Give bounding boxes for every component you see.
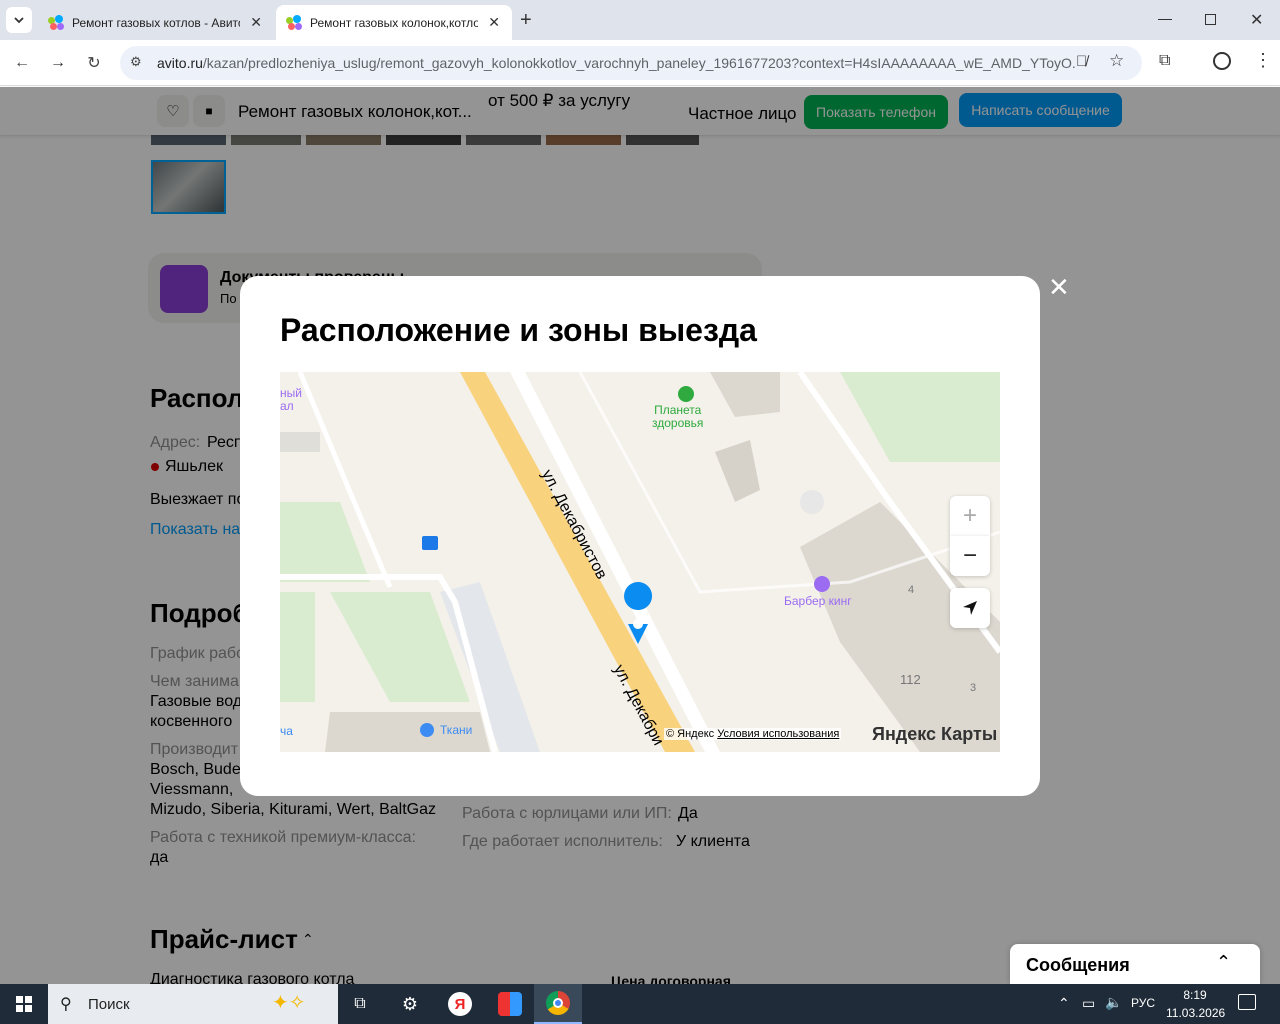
extensions-icon[interactable]: ⧉ (1159, 52, 1170, 70)
map-copyright: © Яндекс (666, 728, 715, 740)
notifications-icon[interactable] (1238, 994, 1256, 1010)
avito-favicon-icon (286, 14, 302, 31)
task-view-icon[interactable]: ⧉ (336, 984, 384, 1024)
avito-favicon-icon (48, 14, 64, 31)
tray-chevron-icon[interactable]: ⌃ (1058, 995, 1070, 1012)
geolocate-button[interactable] (950, 588, 990, 628)
new-tab-button[interactable]: + (520, 9, 532, 32)
messages-label: Сообщения (1026, 955, 1130, 975)
poi-pharmacy[interactable]: Планета здоровья (652, 404, 703, 430)
entrance-label: 3 (970, 682, 977, 694)
tab-avito-columns[interactable]: Ремонт газовых колонок,котлов ✕ (276, 5, 512, 40)
poi-left-bottom: ча (280, 724, 293, 738)
poi-barber[interactable]: Барбер кинг (784, 594, 852, 608)
taskbar-search[interactable]: ⚲ Поиск ✦✧ (48, 984, 338, 1024)
windows-taskbar: ⚲ Поиск ✦✧ ⧉ ⚙ Я ⌃ ▭ 🔈 РУС 8:19 11.03.20… (0, 984, 1280, 1024)
entrance-label: 4 (908, 584, 915, 596)
zoom-out-button[interactable]: − (950, 536, 990, 576)
forward-icon[interactable]: → (45, 50, 71, 76)
tab-title: Ремонт газовых колонок,котлов (310, 15, 479, 30)
zoom-in-button[interactable]: + (950, 496, 990, 536)
language-indicator[interactable]: РУС (1131, 996, 1155, 1010)
tracking-protection-icon[interactable]: 👁̸ (1076, 53, 1088, 70)
poi-left-top: ный ал (280, 386, 302, 413)
minimize-icon[interactable] (1158, 19, 1172, 20)
bookmark-star-icon[interactable]: ☆ (1109, 51, 1124, 71)
close-tab-icon[interactable]: ✕ (248, 14, 264, 31)
yandex-maps-logo[interactable]: Яндекс Карты (872, 724, 997, 745)
close-window-icon[interactable]: ✕ (1250, 10, 1263, 30)
profile-icon[interactable] (1213, 52, 1231, 70)
sticky-dim (0, 87, 1280, 135)
browser-tab-bar: Ремонт газовых котлов - Авито ✕ Ремонт г… (0, 0, 1280, 40)
address-toolbar: ← → ↻ ⚙ avito.ru/kazan/predlozheniya_usl… (0, 40, 1280, 86)
app-icon[interactable] (486, 984, 534, 1024)
search-placeholder: Поиск (88, 996, 130, 1013)
back-icon[interactable]: ← (9, 50, 35, 76)
close-modal-icon[interactable]: ✕ (1048, 272, 1070, 303)
url-host: avito.ru (157, 55, 203, 71)
poi-fabric-shop[interactable]: Ткани (440, 723, 472, 737)
house-number: 112 (900, 672, 921, 687)
menu-icon[interactable]: ⋮ (1254, 50, 1272, 71)
windows-start-icon[interactable] (0, 984, 48, 1024)
tab-avito-boilers[interactable]: Ремонт газовых котлов - Авито ✕ (38, 5, 274, 40)
map-terms-link[interactable]: Условия использования (717, 728, 839, 740)
tab-search-button[interactable] (6, 7, 32, 33)
settings-icon[interactable]: ⚙ (386, 984, 434, 1024)
search-icon: ⚲ (60, 996, 72, 1013)
copilot-sparkle-icon: ✦✧ (272, 992, 306, 1014)
chrome-icon[interactable] (534, 984, 582, 1024)
yandex-browser-icon[interactable]: Я (436, 984, 484, 1024)
clock-time[interactable]: 8:19 (1166, 988, 1224, 1002)
restore-icon[interactable] (1205, 14, 1216, 25)
sticky-header: ♡ ■ Ремонт газовых колонок,кот... от 500… (0, 87, 1280, 135)
reload-icon[interactable]: ↻ (81, 50, 107, 76)
location-modal: Расположение и зоны выезда ул. Декабрист… (240, 276, 1040, 796)
chevron-down-icon (14, 17, 24, 24)
network-icon[interactable]: ▭ (1082, 995, 1095, 1012)
url-path: /kazan/predlozheniya_uslug/remont_gazovy… (202, 55, 1084, 71)
messages-widget[interactable]: Сообщения ⌃ (1010, 944, 1260, 984)
yandex-map[interactable]: ул. Декабристов ул. Декабри Планета здор… (280, 372, 1000, 752)
close-tab-icon[interactable]: ✕ (486, 14, 502, 31)
clock-date[interactable]: 11.03.2026 (1166, 1006, 1225, 1020)
tab-title: Ремонт газовых котлов - Авито (72, 15, 241, 30)
site-info-icon[interactable]: ⚙ (130, 54, 142, 70)
chevron-up-icon[interactable]: ⌃ (1216, 952, 1231, 973)
navigation-arrow-icon (963, 601, 977, 615)
url-field[interactable]: ⚙ avito.ru/kazan/predlozheniya_uslug/rem… (120, 46, 1142, 80)
modal-title: Расположение и зоны выезда (280, 312, 757, 348)
volume-icon[interactable]: 🔈 (1105, 994, 1122, 1011)
